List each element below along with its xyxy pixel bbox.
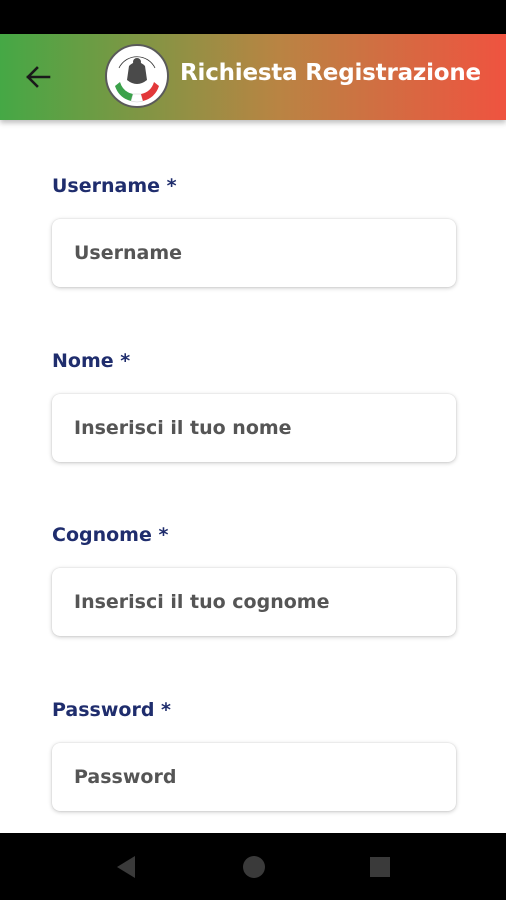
status-bar <box>0 0 506 34</box>
club-logo <box>105 44 169 108</box>
registration-form: Username * Nome * Cognome * Password * <box>0 120 506 833</box>
nome-field-box[interactable] <box>52 394 456 462</box>
username-input[interactable] <box>72 241 456 265</box>
password-input[interactable] <box>72 765 456 789</box>
arrow-left-icon <box>26 66 51 88</box>
nome-label: Nome * <box>52 350 131 372</box>
username-label: Username * <box>52 175 177 197</box>
circle-home-icon <box>243 856 265 878</box>
password-field-box[interactable] <box>52 743 456 811</box>
system-back-button[interactable] <box>113 854 139 880</box>
square-recents-icon <box>370 857 390 877</box>
system-home-button[interactable] <box>241 854 267 880</box>
cognome-input[interactable] <box>72 590 456 614</box>
nome-input[interactable] <box>72 416 456 440</box>
cognome-field-box[interactable] <box>52 568 456 636</box>
page-title: Richiesta Registrazione <box>180 60 481 86</box>
cognome-field-group: Cognome * <box>52 522 456 636</box>
back-button[interactable] <box>16 57 60 97</box>
system-nav-bar <box>0 833 506 900</box>
username-field-box[interactable] <box>52 219 456 287</box>
password-label: Password * <box>52 699 171 721</box>
cognome-label: Cognome * <box>52 524 169 546</box>
password-field-group: Password * <box>52 697 456 811</box>
app-bar: Richiesta Registrazione <box>0 34 506 120</box>
triangle-back-icon <box>117 856 135 878</box>
nome-field-group: Nome * <box>52 348 456 462</box>
system-recents-button[interactable] <box>367 854 393 880</box>
username-field-group: Username * <box>52 173 456 287</box>
